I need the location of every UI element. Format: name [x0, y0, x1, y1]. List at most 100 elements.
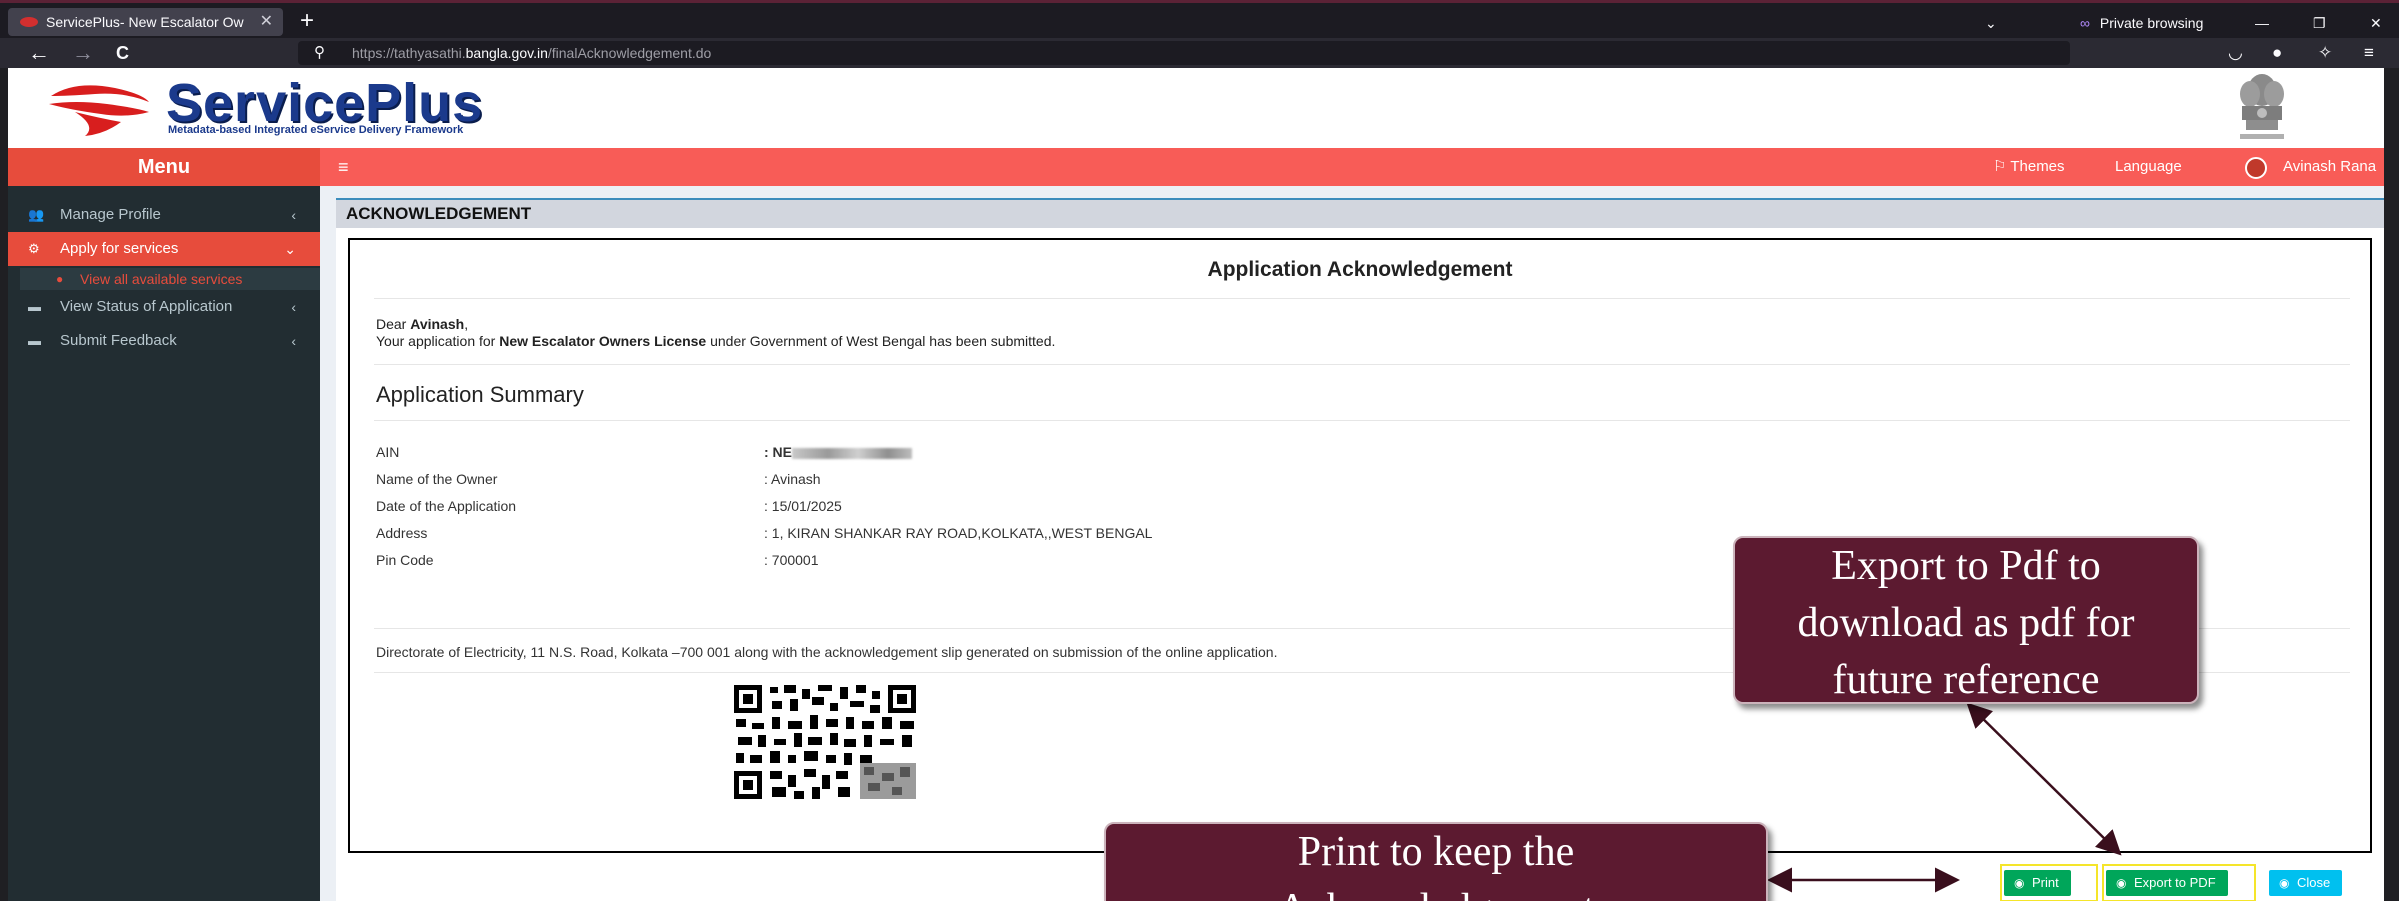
private-browsing-label: Private browsing: [2099, 15, 2204, 31]
sidebar-item-submit-feedback[interactable]: ▬ Submit Feedback ‹: [8, 324, 320, 358]
submission-message: Your application for New Escalator Owner…: [376, 333, 1055, 349]
circle-arrow-icon: ◉: [2014, 876, 2025, 890]
sidebar: Menu 👥 Manage Profile ‹ ⚙ Apply for serv…: [8, 148, 320, 901]
divider: [374, 420, 2350, 421]
menu-header: Menu: [8, 148, 320, 186]
print-button-label: Print: [2032, 875, 2059, 890]
callout-line: Acknowledgement: [1106, 881, 1766, 901]
export-pdf-callout: Export to Pdf to download as pdf for fut…: [1733, 536, 2199, 704]
export-pdf-button[interactable]: ◉ Export to PDF: [2106, 870, 2228, 896]
user-menu[interactable]: Avinash Rana: [2283, 148, 2376, 186]
summary-value-ain: : NE: [764, 444, 912, 460]
summary-value-pin: : 700001: [764, 552, 819, 568]
url-bar[interactable]: ⚲ https://tathyasathi.bangla.gov.in/fina…: [298, 41, 2070, 65]
tab-close-icon[interactable]: ✕: [260, 8, 273, 36]
browser-toolbar: ← → C ⚲ https://tathyasathi.bangla.gov.i…: [0, 38, 2399, 68]
print-callout: Print to keep the Acknowledgement: [1104, 822, 1768, 901]
chevron-left-icon: ‹: [291, 299, 296, 315]
extensions-icon[interactable]: ✧: [2318, 40, 2332, 66]
callout-line: future reference: [1832, 657, 2100, 703]
app-menu-icon[interactable]: ≡: [2364, 40, 2374, 66]
url-path: /finalAcknowledgement.do: [547, 45, 712, 61]
print-button[interactable]: ◉ Print: [2004, 870, 2071, 896]
tab-list-chevron-icon[interactable]: ⌄: [1985, 9, 1997, 37]
sidebar-item-view-status[interactable]: ▬ View Status of Application ‹: [8, 290, 320, 324]
circle-arrow-icon: ◉: [2116, 876, 2127, 890]
language-menu[interactable]: Language: [2115, 148, 2182, 186]
sidebar-subitem-label: View all available services: [80, 271, 243, 287]
user-avatar-icon: [2245, 157, 2267, 179]
window-close-icon[interactable]: ✕: [2370, 9, 2382, 37]
callout-line: Print to keep the: [1297, 829, 1575, 875]
qr-code-icon: [732, 683, 918, 801]
url-prefix: https://tathyasathi.: [352, 45, 466, 61]
box-title: ACKNOWLEDGEMENT: [336, 200, 2384, 228]
sidebar-item-label: View Status of Application: [60, 298, 233, 315]
summary-label-ain: AIN: [376, 444, 400, 460]
ain-value: : NE: [764, 444, 792, 460]
circle-arrow-icon: ◉: [2279, 876, 2290, 890]
minimize-icon[interactable]: —: [2255, 9, 2269, 37]
applicant-name: Avinash: [410, 316, 465, 332]
private-mask-icon: ∞: [2080, 15, 2090, 31]
serviceplus-logo-icon: [49, 85, 149, 136]
summary-value-owner: : Avinash: [764, 471, 821, 487]
screenshot-root: ServicePlus- New Escalator Ow ✕ + ⌄ ∞ Pr…: [0, 0, 2399, 901]
web-page: ServicePlus Metadata-based Integrated eS…: [8, 68, 2384, 901]
service-name: New Escalator Owners License: [499, 333, 707, 349]
divider: [374, 364, 2350, 365]
sidebar-item-apply-for-services[interactable]: ⚙ Apply for services ⌄: [8, 232, 320, 266]
circle-arrow-icon: ●: [56, 272, 64, 286]
favicon-icon: [20, 17, 38, 27]
directorate-note: Directorate of Electricity, 11 N.S. Road…: [376, 644, 1278, 660]
greeting-suffix: ,: [464, 316, 469, 332]
callout-line: download as pdf for: [1797, 600, 2135, 646]
themes-menu[interactable]: ⚐ Themes: [1993, 148, 2065, 186]
site-header: ServicePlus Metadata-based Integrated eS…: [8, 68, 2384, 148]
logo-subtitle: Metadata-based Integrated eService Deliv…: [168, 124, 464, 136]
callout-line: Export to Pdf to: [1831, 543, 2101, 589]
summary-title: Application Summary: [376, 382, 584, 407]
summary-value-date: : 15/01/2025: [764, 498, 842, 514]
forward-button[interactable]: →: [72, 40, 94, 66]
national-emblem-icon: [2240, 74, 2284, 139]
sidebar-item-manage-profile[interactable]: 👥 Manage Profile ‹: [8, 198, 320, 232]
sidebar-item-label: Submit Feedback: [60, 332, 177, 349]
sidebar-item-label: Apply for services: [60, 240, 179, 257]
close-button[interactable]: ◉ Close: [2269, 870, 2343, 896]
greeting: Dear Avinash,: [376, 316, 468, 332]
new-tab-button[interactable]: +: [300, 7, 314, 35]
chevron-left-icon: ‹: [291, 333, 296, 349]
back-button[interactable]: ←: [28, 40, 50, 66]
url-host: bangla.gov.in: [465, 45, 548, 61]
divider: [374, 298, 2350, 299]
summary-label-owner: Name of the Owner: [376, 471, 498, 487]
export-button-label: Export to PDF: [2134, 875, 2216, 890]
hamburger-menu-icon[interactable]: ≡: [338, 148, 349, 186]
sidebar-item-label: Manage Profile: [60, 206, 161, 223]
tab-title: ServicePlus- New Escalator Ow: [46, 14, 244, 30]
search-icon: ⚲: [314, 44, 325, 61]
chevron-down-icon: ⌄: [284, 241, 296, 257]
summary-label-address: Address: [376, 525, 428, 541]
summary-label-pin: Pin Code: [376, 552, 434, 568]
summary-label-date: Date of the Application: [376, 498, 517, 514]
private-browsing-indicator: ∞ Private browsing: [2080, 9, 2203, 37]
redacted-blur: [792, 447, 912, 459]
greeting-prefix: Dear: [376, 316, 411, 332]
summary-value-address: : 1, KIRAN SHANKAR RAY ROAD,KOLKATA,,WES…: [764, 525, 1153, 541]
top-navbar: ≡ ⚐ Themes Language Avinash Rana: [320, 148, 2384, 186]
card-icon: ▬: [28, 299, 41, 314]
pocket-icon[interactable]: ◡: [2228, 40, 2243, 66]
close-button-label: Close: [2297, 875, 2331, 890]
reload-button[interactable]: C: [116, 40, 129, 66]
cogs-icon: ⚙: [28, 241, 40, 256]
browser-tab[interactable]: ServicePlus- New Escalator Ow ✕: [8, 8, 283, 36]
chevron-left-icon: ‹: [291, 207, 296, 223]
sidebar-subitem-view-all-services[interactable]: ● View all available services: [20, 268, 320, 290]
ack-title: Application Acknowledgement: [1207, 258, 1513, 281]
restore-icon[interactable]: ❐: [2313, 9, 2326, 37]
message-suffix: under Government of West Bengal has been…: [706, 333, 1056, 349]
message-prefix: Your application for: [376, 333, 500, 349]
account-icon[interactable]: ●: [2272, 40, 2282, 66]
